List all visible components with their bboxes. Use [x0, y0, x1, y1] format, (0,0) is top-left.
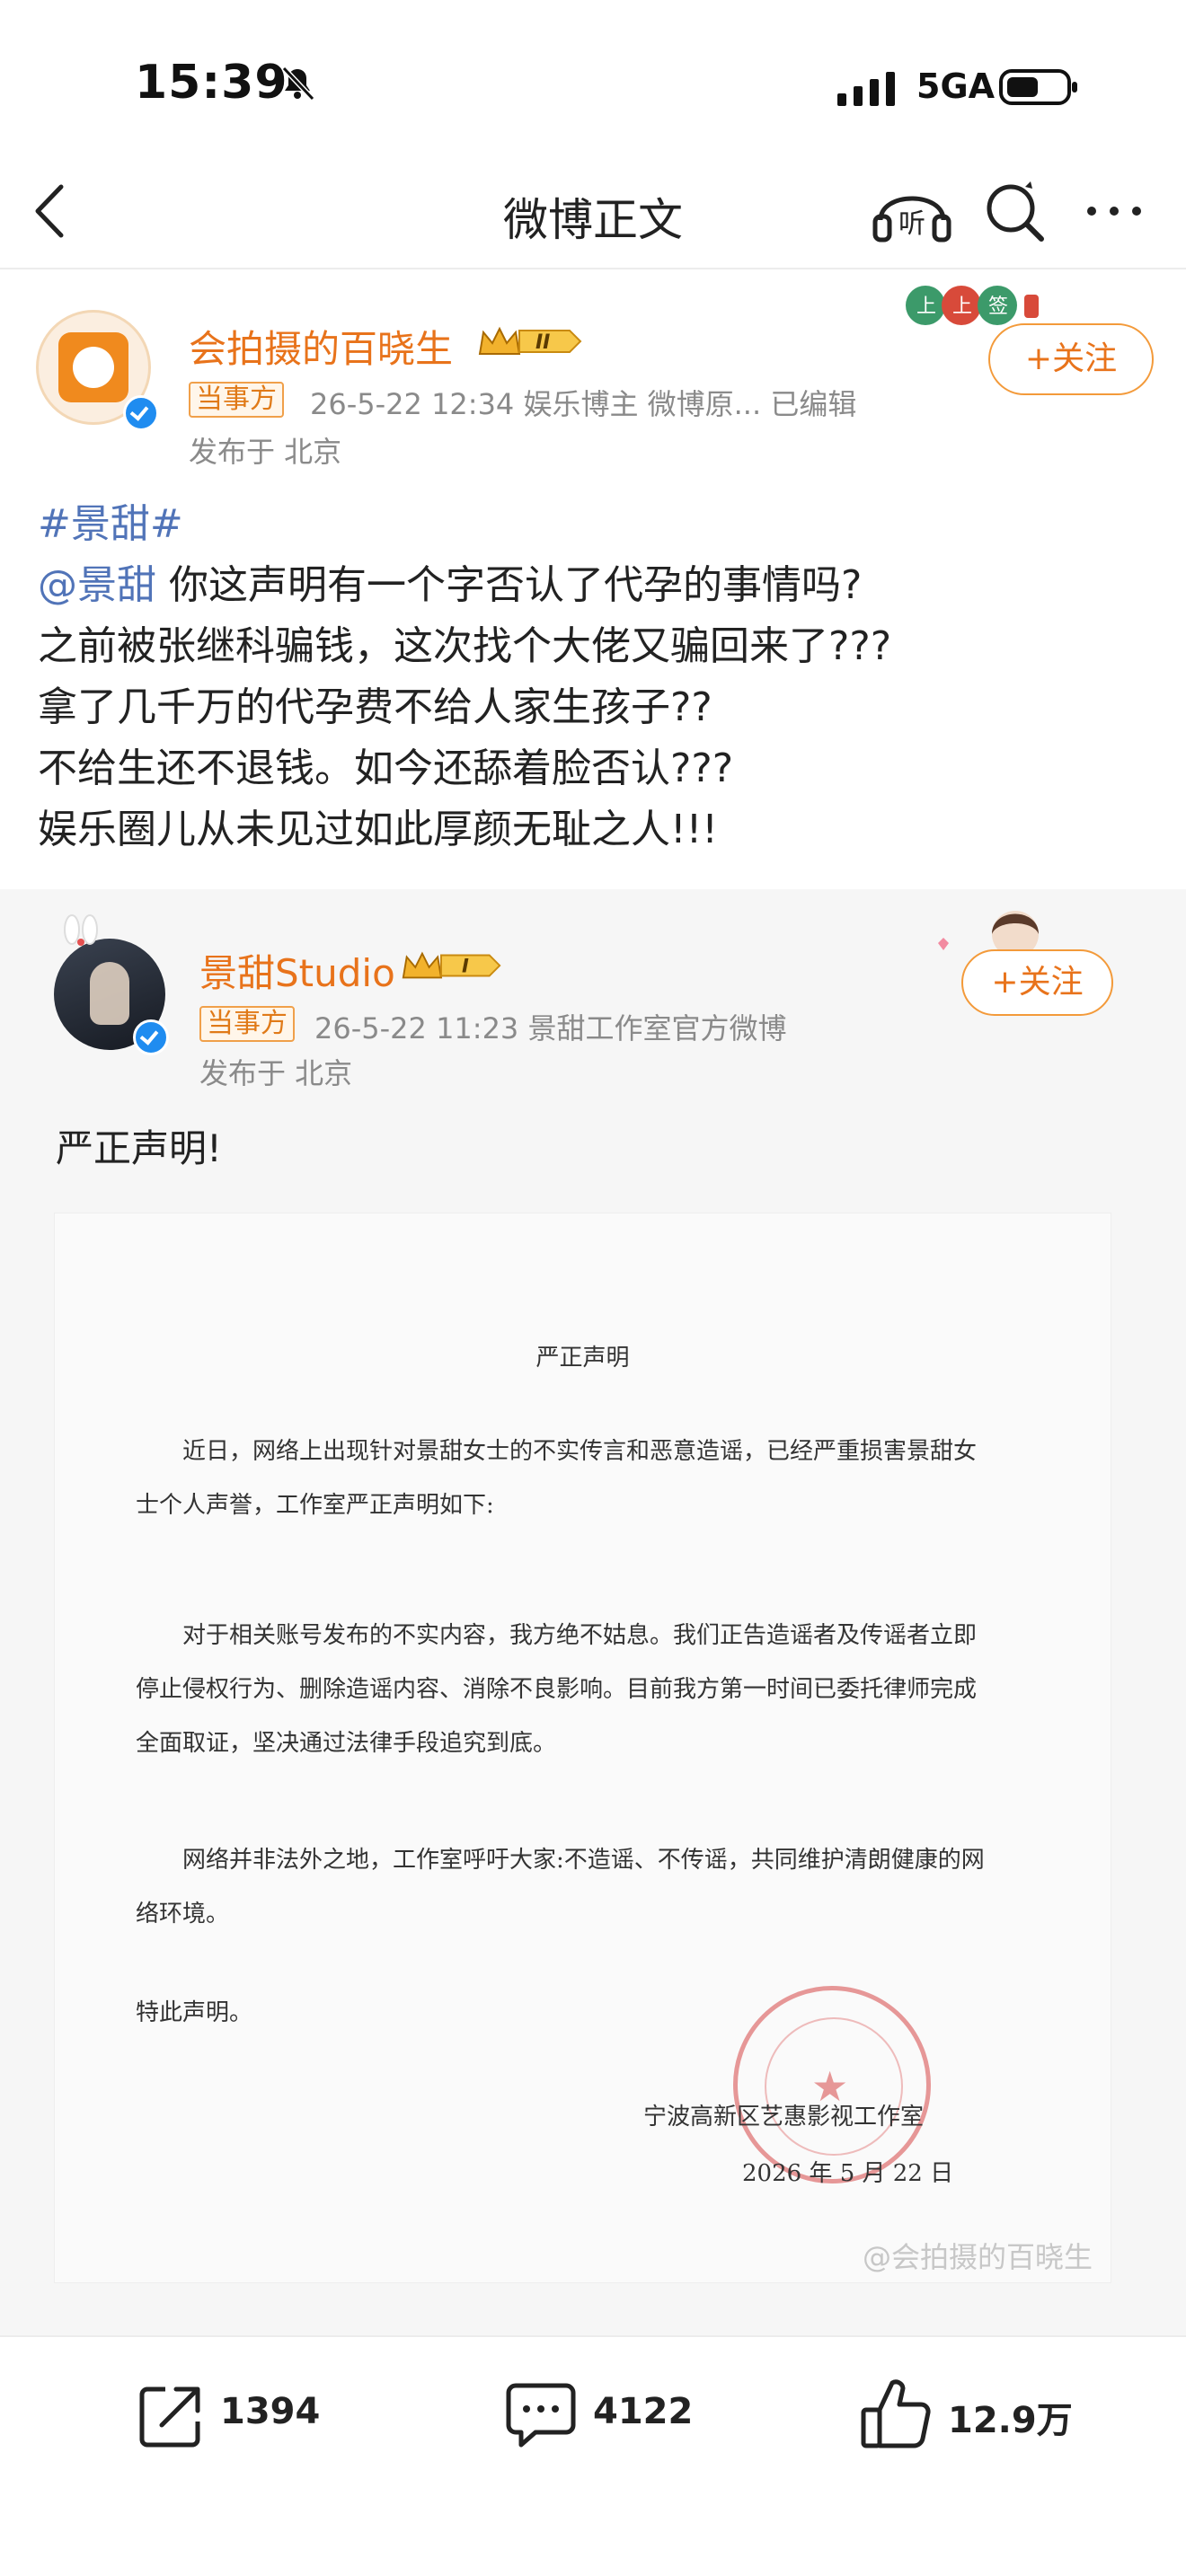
- repost-follow-button[interactable]: +关注: [961, 949, 1113, 1016]
- post-line-4: 不给生还不退钱。如今还舔着脸否认???: [38, 745, 734, 791]
- like-thumb-icon[interactable]: [858, 2376, 934, 2453]
- repost-author-name[interactable]: 景甜Studio: [199, 943, 395, 998]
- repost-author-avatar[interactable]: [54, 939, 169, 1055]
- svg-text:签: 签: [988, 296, 1008, 318]
- comment-count[interactable]: 4122: [593, 2391, 693, 2432]
- document-date: 2026 年 5 月 22 日: [742, 2160, 954, 2187]
- battery-icon: [999, 69, 1077, 105]
- share-count[interactable]: 1394: [220, 2391, 320, 2432]
- author-name[interactable]: 会拍摄的百晓生: [189, 319, 453, 374]
- document-paragraph-2: 对于相关账号发布的不实内容，我方绝不姑息。我们正告造谣者及传谣者立即停止侵权行为…: [136, 1622, 978, 1757]
- svg-text:听: 听: [898, 208, 925, 240]
- like-count[interactable]: 12.9万: [948, 2391, 1073, 2443]
- statement-document-image[interactable]: 严正声明 近日，网络上出现针对景甜女士的不实传言和恶意造谣，已经严重损害景甜女士…: [54, 1213, 1111, 2283]
- repost-meta: 26-5-22 11:23 景甜工作室官方微博: [314, 1011, 787, 1045]
- document-title: 严正声明: [535, 1345, 630, 1372]
- network-type: 5GA: [916, 66, 996, 106]
- svg-text:上: 上: [916, 296, 936, 318]
- bunny-ears-icon: [64, 914, 98, 946]
- verified-icon: [133, 1019, 169, 1055]
- document-paragraph-1: 近日，网络上出现针对景甜女士的不实传言和恶意造谣，已经严重损害景甜女士个人声誉，…: [136, 1438, 978, 1519]
- post-line-5: 娱乐圈儿从未见过如此厚颜无耻之人!!!: [38, 807, 718, 852]
- document-paragraph-3: 网络并非法外之地，工作室呼吁大家:不造谣、不传谣，共同维护清朗健康的网络环境。: [136, 1847, 985, 1928]
- post-meta: 26-5-22 12:34 娱乐博主 微博原... 已编辑: [310, 387, 857, 421]
- verified-icon: [123, 395, 159, 431]
- official-seal-stamp: ★: [733, 1986, 931, 2183]
- search-icon[interactable]: [984, 180, 1047, 243]
- repost-text: 严正声明!: [56, 1126, 222, 1170]
- crown-rank-badge-icon: I: [402, 951, 501, 979]
- post-line-3: 拿了几千万的代孕费不给人家生孩子??: [38, 684, 712, 730]
- status-time: 15:39: [135, 56, 288, 110]
- repost-location: 发布于 北京: [199, 1056, 353, 1090]
- mention-link[interactable]: @景甜: [38, 562, 156, 608]
- rank-text: I: [462, 955, 469, 977]
- post-body: #景甜# @景甜 你这声明有一个字否认了代孕的事情吗? 之前被张继科骗钱，这次找…: [38, 494, 1161, 860]
- comment-icon[interactable]: [503, 2378, 579, 2454]
- rank-text: II: [535, 331, 550, 354]
- bottom-action-bar: [0, 2337, 1186, 2576]
- more-icon[interactable]: [1083, 202, 1146, 220]
- crown-rank-badge-icon: II: [478, 326, 582, 355]
- bell-muted-icon: [281, 66, 315, 101]
- image-watermark: @会拍摄的百晓生: [863, 2240, 1093, 2274]
- author-avatar[interactable]: [36, 310, 159, 431]
- follow-button[interactable]: +关注: [988, 323, 1154, 395]
- post-location: 发布于 北京: [189, 435, 342, 469]
- headphones-listen-icon[interactable]: 听: [872, 175, 958, 247]
- party-tag: 当事方: [189, 382, 284, 418]
- svg-text:上: 上: [952, 296, 972, 318]
- share-icon[interactable]: [135, 2380, 207, 2452]
- party-tag: 当事方: [199, 1006, 295, 1042]
- document-signatory: 宁波高新区艺惠影视工作室: [643, 2104, 925, 2130]
- signal-icon: [837, 72, 895, 106]
- post-line-2: 之前被张继科骗钱，这次找个大佬又骗回来了???: [38, 623, 892, 669]
- post-line-1: @景甜 你这声明有一个字否认了代孕的事情吗?: [38, 562, 863, 608]
- hashtag-link[interactable]: #景甜#: [38, 494, 1161, 555]
